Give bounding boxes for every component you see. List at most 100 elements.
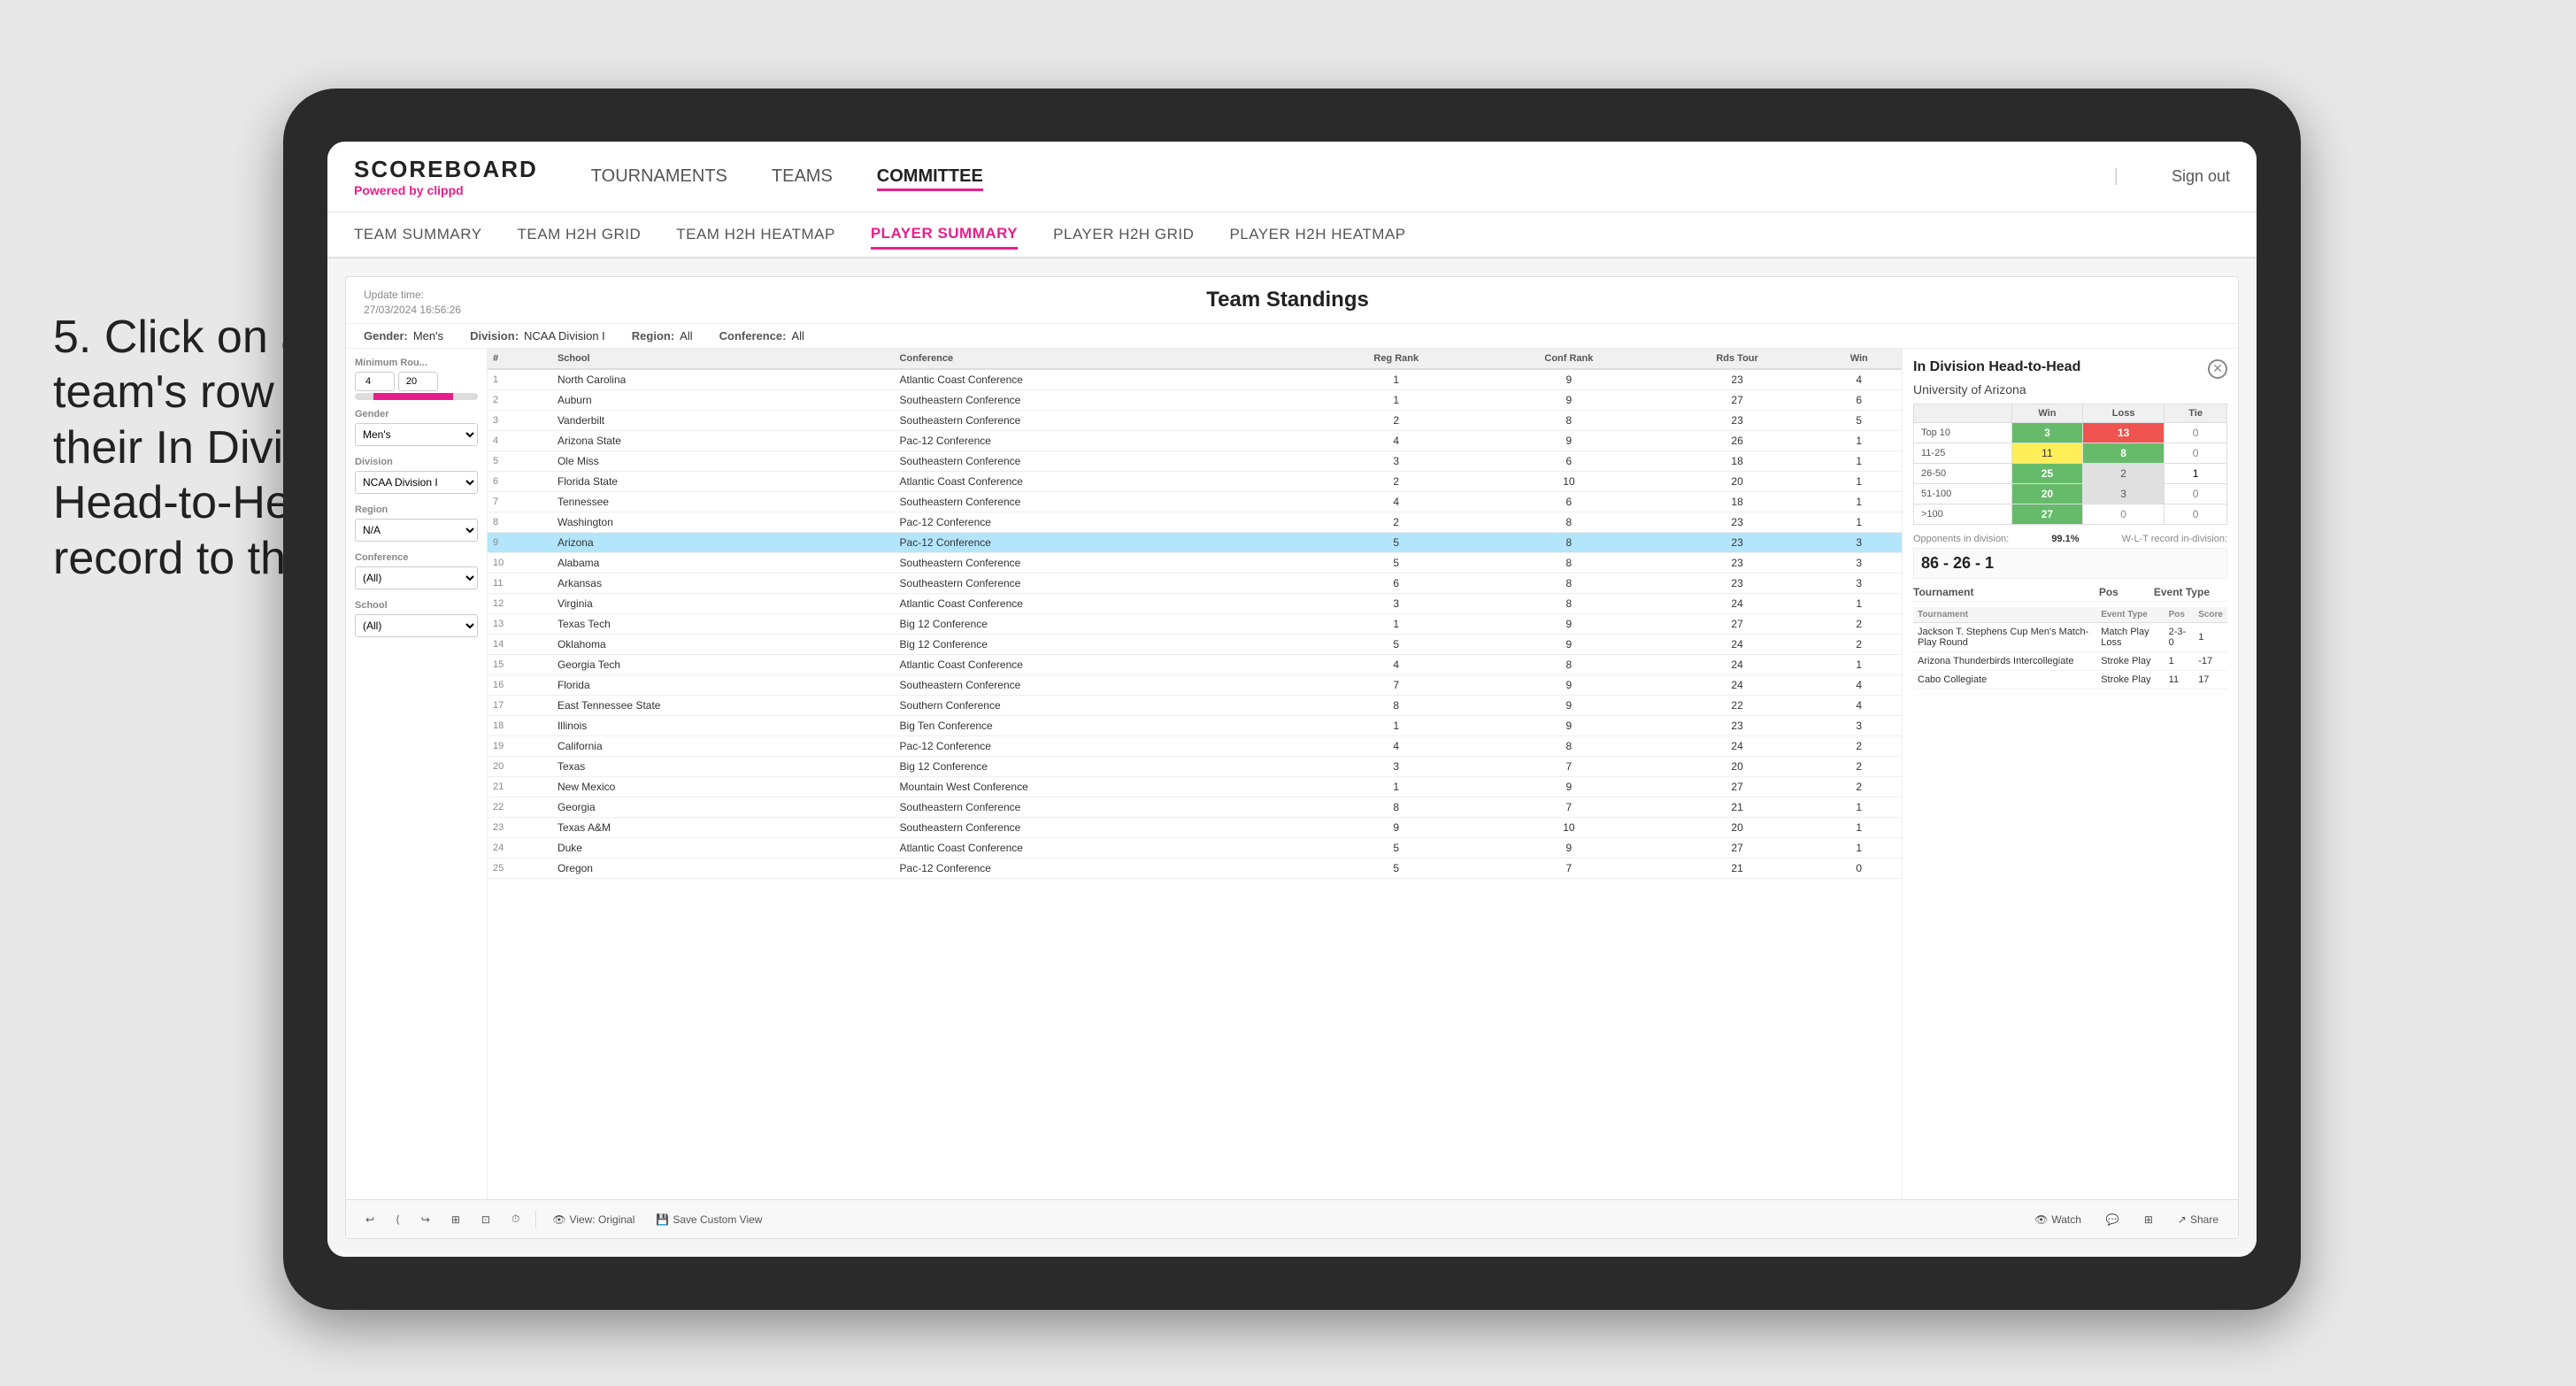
table-row[interactable]: 15 Georgia Tech Atlantic Coast Conferenc…: [488, 654, 1902, 674]
col-reg-rank: Reg Rank: [1312, 349, 1480, 369]
row-rds: 20: [1658, 471, 1817, 491]
row-reg-rank: 2: [1312, 512, 1480, 532]
row-rds: 24: [1658, 654, 1817, 674]
row-conf: Pac-12 Conference: [895, 512, 1313, 532]
row-school: Oregon: [552, 858, 895, 878]
panel-title: Team Standings: [461, 288, 2114, 312]
division-select[interactable]: NCAA Division I: [355, 471, 478, 494]
share-btn[interactable]: ↗ Share: [2172, 1211, 2224, 1228]
table-row[interactable]: 4 Arizona State Pac-12 Conference 4 9 26…: [488, 430, 1902, 450]
table-row[interactable]: 25 Oregon Pac-12 Conference 5 7 21 0: [488, 858, 1902, 878]
row-win: 5: [1817, 410, 1902, 430]
row-conf-rank: 7: [1480, 858, 1658, 878]
row-school: Texas A&M: [552, 817, 895, 837]
row-num: 22: [488, 797, 552, 817]
row-conf: Atlantic Coast Conference: [895, 837, 1313, 858]
row-reg-rank: 2: [1312, 410, 1480, 430]
h2h-row: Top 10 3 13 0: [1914, 422, 2227, 443]
table-row[interactable]: 7 Tennessee Southeastern Conference 4 6 …: [488, 491, 1902, 512]
sub-nav-player-h2h-grid[interactable]: PLAYER H2H GRID: [1053, 221, 1194, 248]
table-row[interactable]: 21 New Mexico Mountain West Conference 1…: [488, 776, 1902, 797]
timer-btn[interactable]: ⏱: [506, 1210, 525, 1228]
h2h-breakdown-table: Win Loss Tie Top 10 3 13 0 11-25 11 8 0 …: [1913, 404, 2227, 525]
h2h-col-win: Win: [2011, 404, 2082, 422]
gender-select[interactable]: Men's: [355, 423, 478, 446]
table-row[interactable]: 23 Texas A&M Southeastern Conference 9 1…: [488, 817, 1902, 837]
row-conf: Big 12 Conference: [895, 634, 1313, 654]
crop-btn[interactable]: ⊞: [446, 1211, 465, 1228]
row-win: 0: [1817, 858, 1902, 878]
row-conf-rank: 9: [1480, 634, 1658, 654]
undo-btn[interactable]: ↩: [360, 1211, 380, 1228]
row-conf: Southeastern Conference: [895, 817, 1313, 837]
view-original-btn[interactable]: 👁 View: Original: [547, 1211, 640, 1228]
nav-tournaments[interactable]: TOURNAMENTS: [591, 162, 727, 191]
row-reg-rank: 4: [1312, 430, 1480, 450]
sub-nav-team-h2h-grid[interactable]: TEAM H2H GRID: [518, 221, 642, 248]
row-school: Auburn: [552, 389, 895, 410]
table-row[interactable]: 1 North Carolina Atlantic Coast Conferen…: [488, 369, 1902, 390]
row-reg-rank: 3: [1312, 756, 1480, 776]
table-row[interactable]: 20 Texas Big 12 Conference 3 7 20 2: [488, 756, 1902, 776]
row-num: 10: [488, 552, 552, 573]
row-conf-rank: 10: [1480, 817, 1658, 837]
table-row[interactable]: 2 Auburn Southeastern Conference 1 9 27 …: [488, 389, 1902, 410]
grid-btn[interactable]: ⊞: [2139, 1211, 2158, 1228]
sub-nav-player-h2h-heatmap[interactable]: PLAYER H2H HEATMAP: [1229, 221, 1405, 248]
region-select[interactable]: N/A: [355, 519, 478, 542]
filter-group-region: Region N/A: [355, 504, 478, 542]
row-rds: 23: [1658, 369, 1817, 390]
row-school: Arizona State: [552, 430, 895, 450]
comment-btn[interactable]: 💬: [2101, 1211, 2125, 1228]
watch-btn[interactable]: 👁 Watch: [2029, 1211, 2087, 1228]
row-rds: 27: [1658, 389, 1817, 410]
school-select[interactable]: (All): [355, 614, 478, 637]
table-row[interactable]: 11 Arkansas Southeastern Conference 6 8 …: [488, 573, 1902, 593]
row-conf-rank: 9: [1480, 389, 1658, 410]
table-row[interactable]: 13 Texas Tech Big 12 Conference 1 9 27 2: [488, 613, 1902, 634]
slider-track: [355, 395, 478, 398]
table-row[interactable]: 6 Florida State Atlantic Coast Conferenc…: [488, 471, 1902, 491]
row-num: 4: [488, 430, 552, 450]
h2h-close-button[interactable]: ✕: [2208, 359, 2227, 379]
copy-btn[interactable]: ⊡: [476, 1211, 496, 1228]
table-row[interactable]: 18 Illinois Big Ten Conference 1 9 23 3: [488, 715, 1902, 735]
row-rds: 24: [1658, 735, 1817, 756]
row-num: 14: [488, 634, 552, 654]
table-row[interactable]: 14 Oklahoma Big 12 Conference 5 9 24 2: [488, 634, 1902, 654]
table-row[interactable]: 5 Ole Miss Southeastern Conference 3 6 1…: [488, 450, 1902, 471]
filter-division: Division: NCAA Division I: [470, 329, 605, 343]
table-row[interactable]: 19 California Pac-12 Conference 4 8 24 2: [488, 735, 1902, 756]
table-row[interactable]: 16 Florida Southeastern Conference 7 9 2…: [488, 674, 1902, 695]
table-row[interactable]: 10 Alabama Southeastern Conference 5 8 2…: [488, 552, 1902, 573]
redo-btn[interactable]: ↪: [416, 1211, 435, 1228]
step-back-btn[interactable]: ⟨: [390, 1211, 405, 1228]
h2h-col-range: [1914, 404, 2012, 422]
save-custom-btn[interactable]: 💾 Save Custom View: [650, 1211, 767, 1228]
nav-committee[interactable]: COMMITTEE: [877, 162, 983, 191]
min-rou-max-input[interactable]: [398, 372, 438, 391]
conference-select[interactable]: (All): [355, 566, 478, 589]
row-num: 6: [488, 471, 552, 491]
row-school: Texas: [552, 756, 895, 776]
table-row[interactable]: 17 East Tennessee State Southern Confere…: [488, 695, 1902, 715]
table-row[interactable]: 9 Arizona Pac-12 Conference 5 8 23 3: [488, 532, 1902, 552]
row-school: Georgia: [552, 797, 895, 817]
row-conf-rank: 8: [1480, 410, 1658, 430]
sub-nav-team-summary[interactable]: TEAM SUMMARY: [354, 221, 482, 248]
row-rds: 20: [1658, 817, 1817, 837]
table-row[interactable]: 22 Georgia Southeastern Conference 8 7 2…: [488, 797, 1902, 817]
nav-teams[interactable]: TEAMS: [772, 162, 833, 191]
table-row[interactable]: 8 Washington Pac-12 Conference 2 8 23 1: [488, 512, 1902, 532]
row-reg-rank: 8: [1312, 695, 1480, 715]
sub-nav-team-h2h-heatmap[interactable]: TEAM H2H HEATMAP: [676, 221, 835, 248]
table-row[interactable]: 24 Duke Atlantic Coast Conference 5 9 27…: [488, 837, 1902, 858]
table-row[interactable]: 12 Virginia Atlantic Coast Conference 3 …: [488, 593, 1902, 613]
sub-nav-player-summary[interactable]: PLAYER SUMMARY: [871, 220, 1018, 250]
row-win: 6: [1817, 389, 1902, 410]
sign-out[interactable]: Sign out: [2172, 167, 2230, 186]
min-rou-min-input[interactable]: [355, 372, 395, 391]
h2h-col-tie: Tie: [2165, 404, 2227, 422]
table-row[interactable]: 3 Vanderbilt Southeastern Conference 2 8…: [488, 410, 1902, 430]
tourney-name: Jackson T. Stephens Cup Men's Match-Play…: [1913, 622, 2096, 651]
